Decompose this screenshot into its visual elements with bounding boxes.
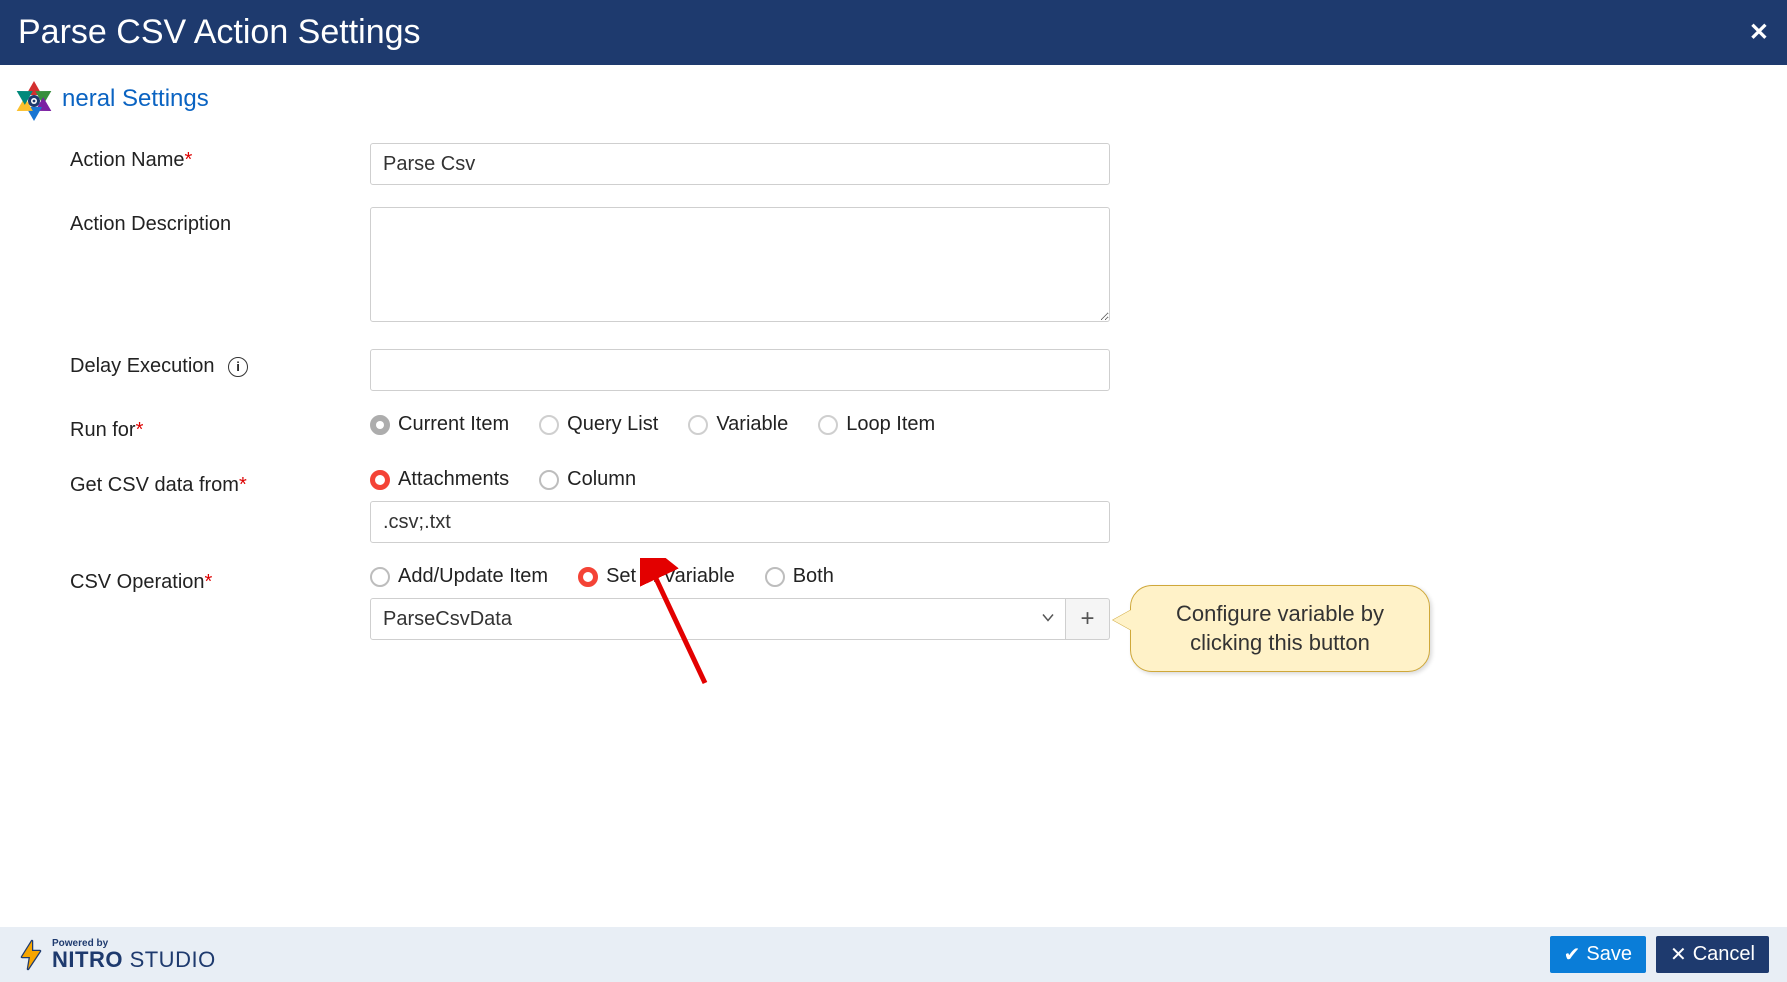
title-bar: Parse CSV Action Settings ✕ [0, 0, 1787, 65]
radio-query-list[interactable]: Query List [539, 413, 658, 436]
form: Action Name* Action Description Delay Ex… [70, 143, 1787, 640]
row-get-csv: Get CSV data from* Attachments Column [70, 468, 1787, 543]
app-logo-icon [10, 77, 58, 130]
action-description-textarea[interactable] [370, 207, 1110, 322]
close-icon[interactable]: ✕ [1749, 18, 1769, 47]
action-name-input[interactable] [370, 143, 1110, 185]
radio-column[interactable]: Column [539, 468, 636, 491]
radio-loop-item[interactable]: Loop Item [818, 413, 935, 436]
label-get-csv: Get CSV data from* [70, 468, 370, 497]
add-variable-button[interactable]: + [1066, 598, 1110, 640]
radio-add-update[interactable]: Add/Update Item [370, 565, 548, 588]
row-run-for: Run for* Current Item Query List Variabl… [70, 413, 1787, 446]
cancel-button[interactable]: ✕Cancel [1656, 936, 1769, 973]
save-button[interactable]: ✔Save [1550, 936, 1646, 973]
info-icon[interactable]: i [228, 357, 248, 377]
dialog-title: Parse CSV Action Settings [18, 13, 421, 52]
check-icon: ✔ [1564, 942, 1581, 967]
close-icon: ✕ [1670, 942, 1687, 967]
radio-both[interactable]: Both [765, 565, 834, 588]
radio-attachments[interactable]: Attachments [370, 468, 509, 491]
label-run-for: Run for* [70, 413, 370, 442]
row-delay-execution: Delay Execution i [70, 349, 1787, 391]
content-area: neral Settings Action Name* Action Descr… [0, 65, 1787, 640]
section-title: neral Settings [62, 85, 1787, 113]
file-types-input[interactable] [370, 501, 1110, 543]
callout-annotation: Configure variable by clicking this butt… [1130, 585, 1430, 672]
plus-icon: + [1080, 605, 1094, 633]
variable-select[interactable]: ParseCsvData [370, 598, 1066, 640]
chevron-down-icon [1041, 608, 1055, 631]
row-action-name: Action Name* [70, 143, 1787, 185]
label-action-name: Action Name* [70, 143, 370, 172]
label-action-description: Action Description [70, 207, 370, 236]
bolt-icon [18, 939, 44, 971]
label-csv-operation: CSV Operation* [70, 565, 370, 594]
delay-execution-input[interactable] [370, 349, 1110, 391]
brand-logo: Powered by NITRO STUDIO [18, 939, 216, 971]
footer: Powered by NITRO STUDIO ✔Save ✕Cancel [0, 927, 1787, 982]
radio-variable[interactable]: Variable [688, 413, 788, 436]
row-csv-operation: CSV Operation* Add/Update Item Set in Va… [70, 565, 1787, 640]
radio-set-in-variable[interactable]: Set in Variable [578, 565, 735, 588]
radio-current-item[interactable]: Current Item [370, 413, 509, 436]
row-action-description: Action Description [70, 207, 1787, 327]
label-delay-execution: Delay Execution i [70, 349, 370, 378]
